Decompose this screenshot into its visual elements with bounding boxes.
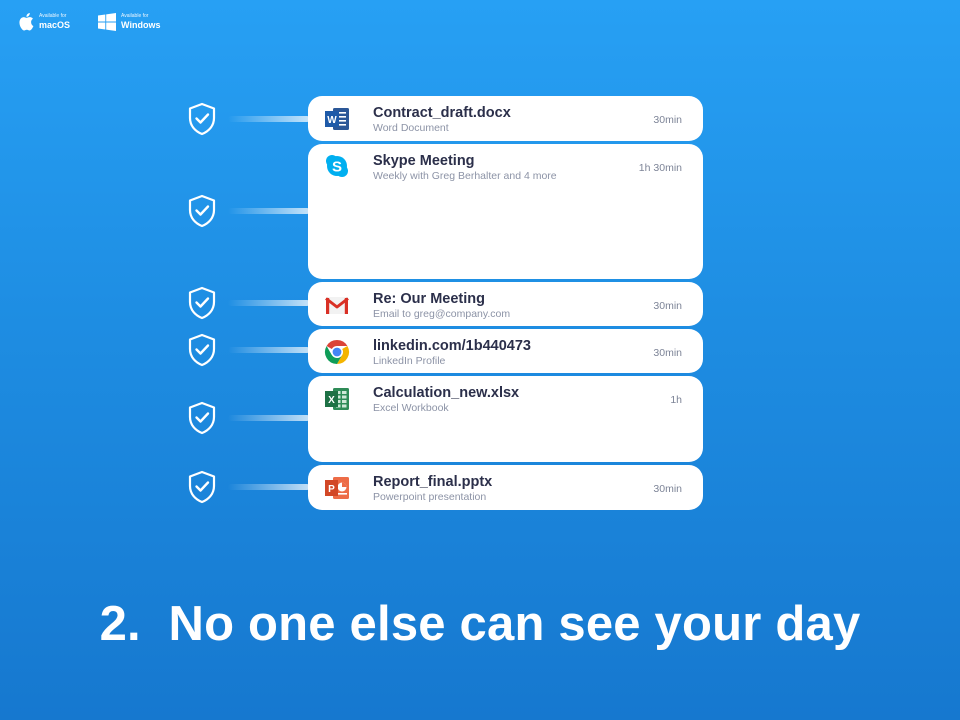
activity-card[interactable]: Re: Our Meeting Email to greg@company.co… xyxy=(308,282,703,326)
activity-title: Calculation_new.xlsx xyxy=(373,385,520,401)
activity-duration: 30min xyxy=(653,114,682,126)
svg-text:S: S xyxy=(332,159,342,176)
svg-text:W: W xyxy=(327,115,337,126)
svg-text:X: X xyxy=(328,395,335,406)
activity-subtitle: Email to greg@company.com xyxy=(373,308,511,320)
activity-subtitle: LinkedIn Profile xyxy=(373,355,446,367)
activity-duration: 30min xyxy=(653,347,682,359)
badge-caption: Available for xyxy=(121,12,149,19)
connector-line xyxy=(228,300,310,306)
activity-duration: 1h 30min xyxy=(638,162,682,174)
activity-duration: 30min xyxy=(653,483,682,495)
headline: 2. No one else can see your day xyxy=(99,597,861,651)
windows-icon xyxy=(98,12,117,31)
activity-title: Skype Meeting xyxy=(373,153,475,169)
skype-icon: S xyxy=(326,155,348,177)
connector-line xyxy=(228,347,310,353)
apple-icon xyxy=(19,13,34,31)
connector-line xyxy=(228,116,310,122)
shield-check-icon xyxy=(188,333,216,367)
activity-card[interactable]: W Contract_draft.docx Word Document 30mi… xyxy=(308,96,703,141)
connector-line xyxy=(228,415,310,421)
activity-title: Re: Our Meeting xyxy=(373,291,485,307)
activity-title: linkedin.com/1b440473 xyxy=(373,338,531,354)
activity-card[interactable]: P Report_final.pptx Powerpoint presentat… xyxy=(308,465,703,510)
connector-line xyxy=(228,484,310,490)
activity-duration: 30min xyxy=(653,300,682,312)
platform-badges: Available for macOS Available for Window… xyxy=(18,12,160,31)
activity-subtitle: Powerpoint presentation xyxy=(373,491,487,503)
activity-duration: 1h xyxy=(670,394,682,406)
activity-card[interactable]: S Skype Meeting Weekly with Greg Berhalt… xyxy=(308,144,703,279)
shield-check-icon xyxy=(188,470,216,504)
gmail-icon xyxy=(325,297,349,314)
badge-platform: Windows xyxy=(121,19,161,30)
activity-title: Contract_draft.docx xyxy=(373,105,511,121)
activity-subtitle: Word Document xyxy=(373,122,449,134)
macos-badge[interactable]: Available for macOS xyxy=(18,12,70,31)
word-icon: W xyxy=(325,108,349,130)
badge-caption: Available for xyxy=(39,12,67,19)
connector-line xyxy=(228,208,310,214)
shield-check-icon xyxy=(188,194,216,228)
activity-subtitle: Excel Workbook xyxy=(373,402,449,414)
activity-title: Report_final.pptx xyxy=(373,474,493,490)
activity-subtitle: Weekly with Greg Berhalter and 4 more xyxy=(373,170,557,182)
shield-check-icon xyxy=(188,102,216,136)
excel-icon: X xyxy=(325,388,349,410)
activity-card[interactable]: X Calculation_new.xlsx Excel Workbook 1h xyxy=(308,376,703,462)
svg-text:P: P xyxy=(328,484,335,495)
windows-badge[interactable]: Available for Windows xyxy=(98,12,160,31)
badge-platform: macOS xyxy=(39,19,71,30)
chrome-icon xyxy=(324,340,350,364)
shield-check-icon xyxy=(188,401,216,435)
activity-card[interactable]: linkedin.com/1b440473 LinkedIn Profile 3… xyxy=(308,329,703,373)
powerpoint-icon: P xyxy=(325,477,349,499)
shield-check-icon xyxy=(188,286,216,320)
